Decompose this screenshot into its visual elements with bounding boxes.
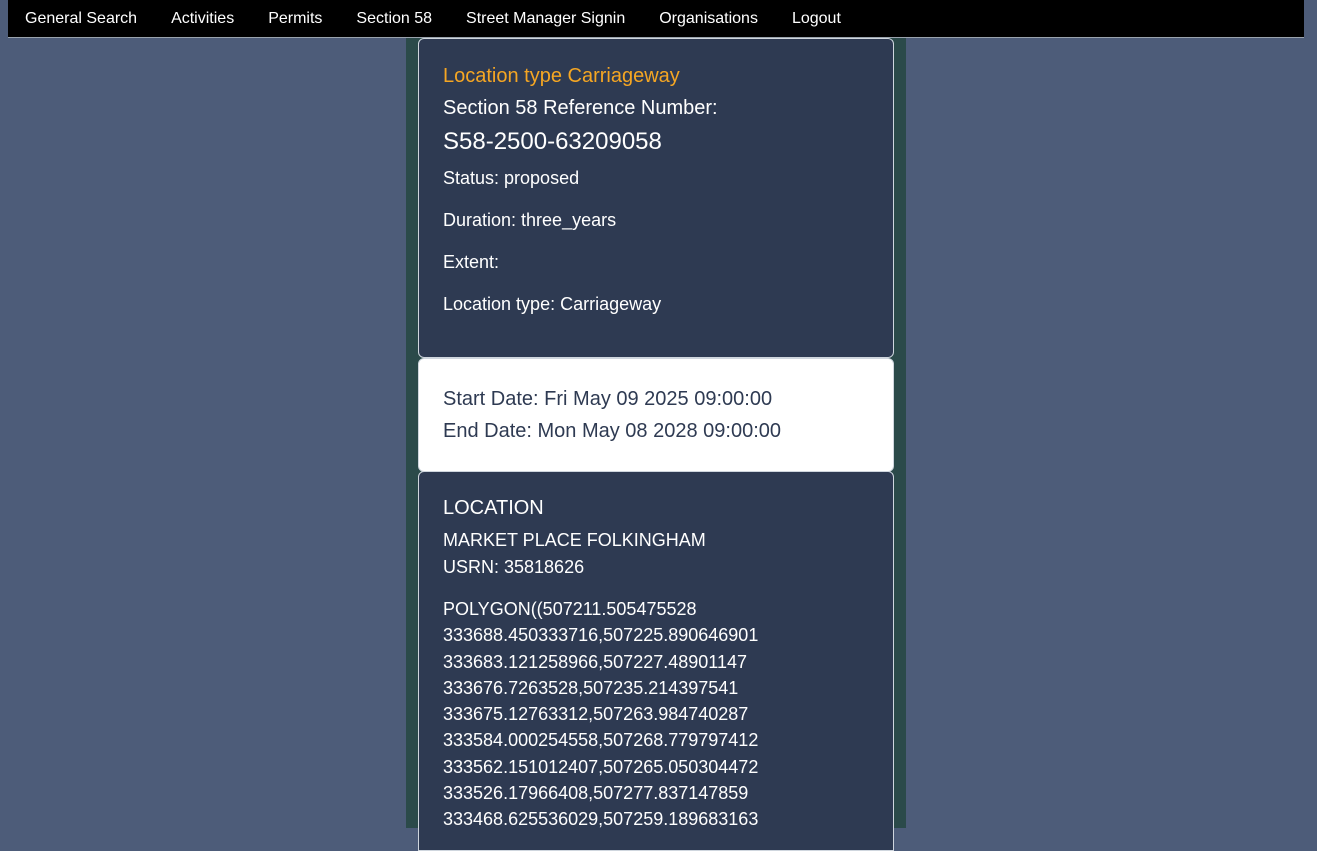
nav-section-58[interactable]: Section 58 [339,2,449,36]
location-card: LOCATION MARKET PLACE FOLKINGHAM USRN: 3… [418,471,894,851]
reference-label: Section 58 Reference Number: [443,97,718,119]
dates-card: Start Date: Fri May 09 2025 09:00:00 End… [418,358,894,472]
extent-text: Extent: [443,252,500,272]
nav-activities[interactable]: Activities [154,2,251,36]
usrn-text: USRN: 35818626 [443,557,585,577]
location-type-heading: Location type Carriageway [443,65,680,87]
top-navbar: General Search Activities Permits Sectio… [8,0,1304,38]
nav-logout[interactable]: Logout [775,2,858,36]
location-heading: LOCATION [443,497,544,519]
nav-street-manager-signin[interactable]: Street Manager Signin [449,2,642,36]
duration-text: Duration: three_years [443,210,617,230]
polygon-geometry: POLYGON((507211.505475528 333688.4503337… [443,599,759,830]
start-date: Start Date: Fri May 09 2025 09:00:00 [443,388,773,410]
end-date: End Date: Mon May 08 2028 09:00:00 [443,420,782,442]
location-type-text: Location type: Carriageway [443,294,662,314]
street-name: MARKET PLACE FOLKINGHAM [443,530,706,550]
status-text: Status: proposed [443,168,580,188]
nav-general-search[interactable]: General Search [8,2,154,36]
section58-info-card: Location type Carriageway Section 58 Ref… [418,38,894,358]
reference-number: S58-2500-63209058 [443,128,662,155]
nav-organisations[interactable]: Organisations [642,2,775,36]
nav-permits[interactable]: Permits [251,2,339,36]
